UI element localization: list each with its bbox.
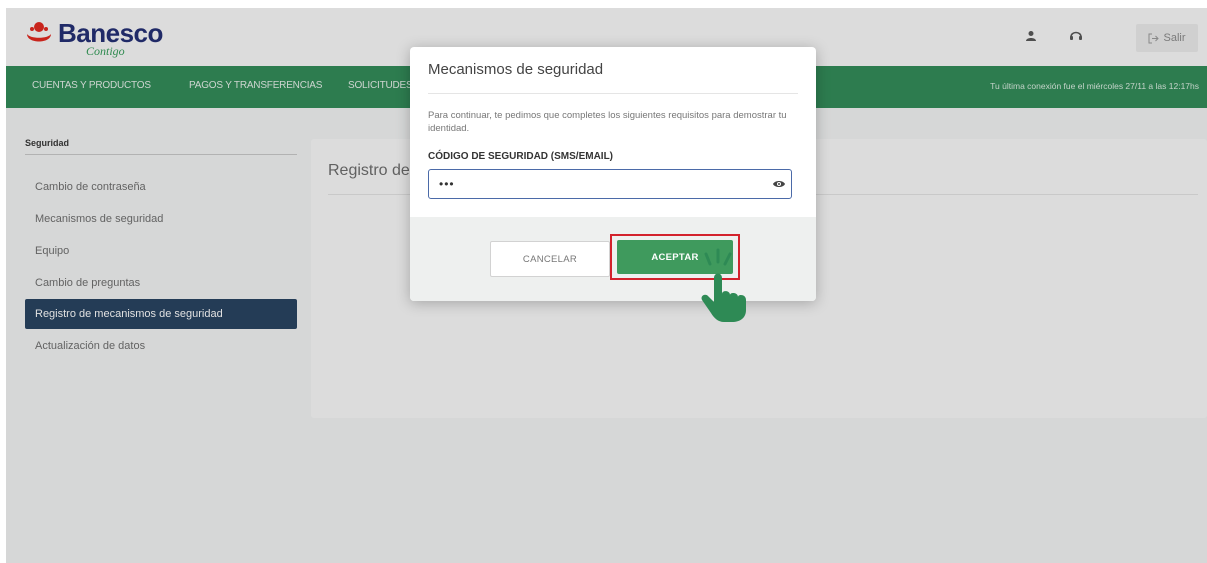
- app-window: Banesco Contigo Salir CUENTAS Y PRODUCTO…: [6, 8, 1207, 563]
- security-modal: Mecanismos de seguridad Para continuar, …: [410, 47, 816, 301]
- eye-icon[interactable]: [772, 177, 786, 191]
- modal-instructions: Para continuar, te pedimos que completes…: [428, 110, 787, 134]
- modal-title: Mecanismos de seguridad: [428, 61, 604, 78]
- modal-footer: CANCELAR ACEPTAR: [410, 217, 816, 301]
- hand-pointer-icon: [701, 248, 746, 322]
- modal-divider: [428, 93, 798, 94]
- security-code-input[interactable]: [428, 169, 792, 199]
- security-code-label: CÓDIGO DE SEGURIDAD (SMS/EMAIL): [428, 151, 614, 162]
- cancel-button[interactable]: CANCELAR: [490, 241, 610, 277]
